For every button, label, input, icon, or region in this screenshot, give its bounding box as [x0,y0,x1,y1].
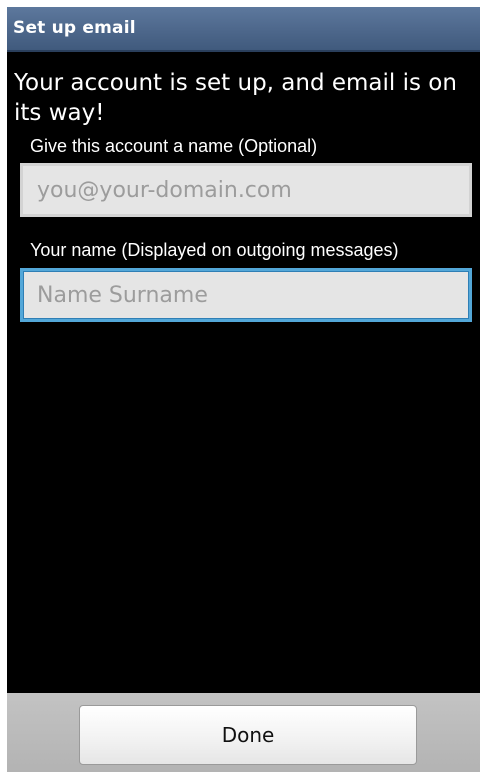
account-name-input[interactable] [20,163,472,217]
title-bar: Set up email [7,7,480,52]
your-name-label: Your name (Displayed on outgoing message… [30,240,399,260]
setup-email-screen: Set up email Your account is set up, and… [7,7,480,772]
account-name-label: Give this account a name (Optional) [30,136,318,156]
screen-title: Set up email [13,18,136,38]
bottom-action-bar: Done [7,693,480,772]
your-name-input[interactable] [20,268,472,322]
done-button[interactable]: Done [79,705,417,765]
setup-complete-message: Your account is set up, and email is on … [14,70,457,126]
